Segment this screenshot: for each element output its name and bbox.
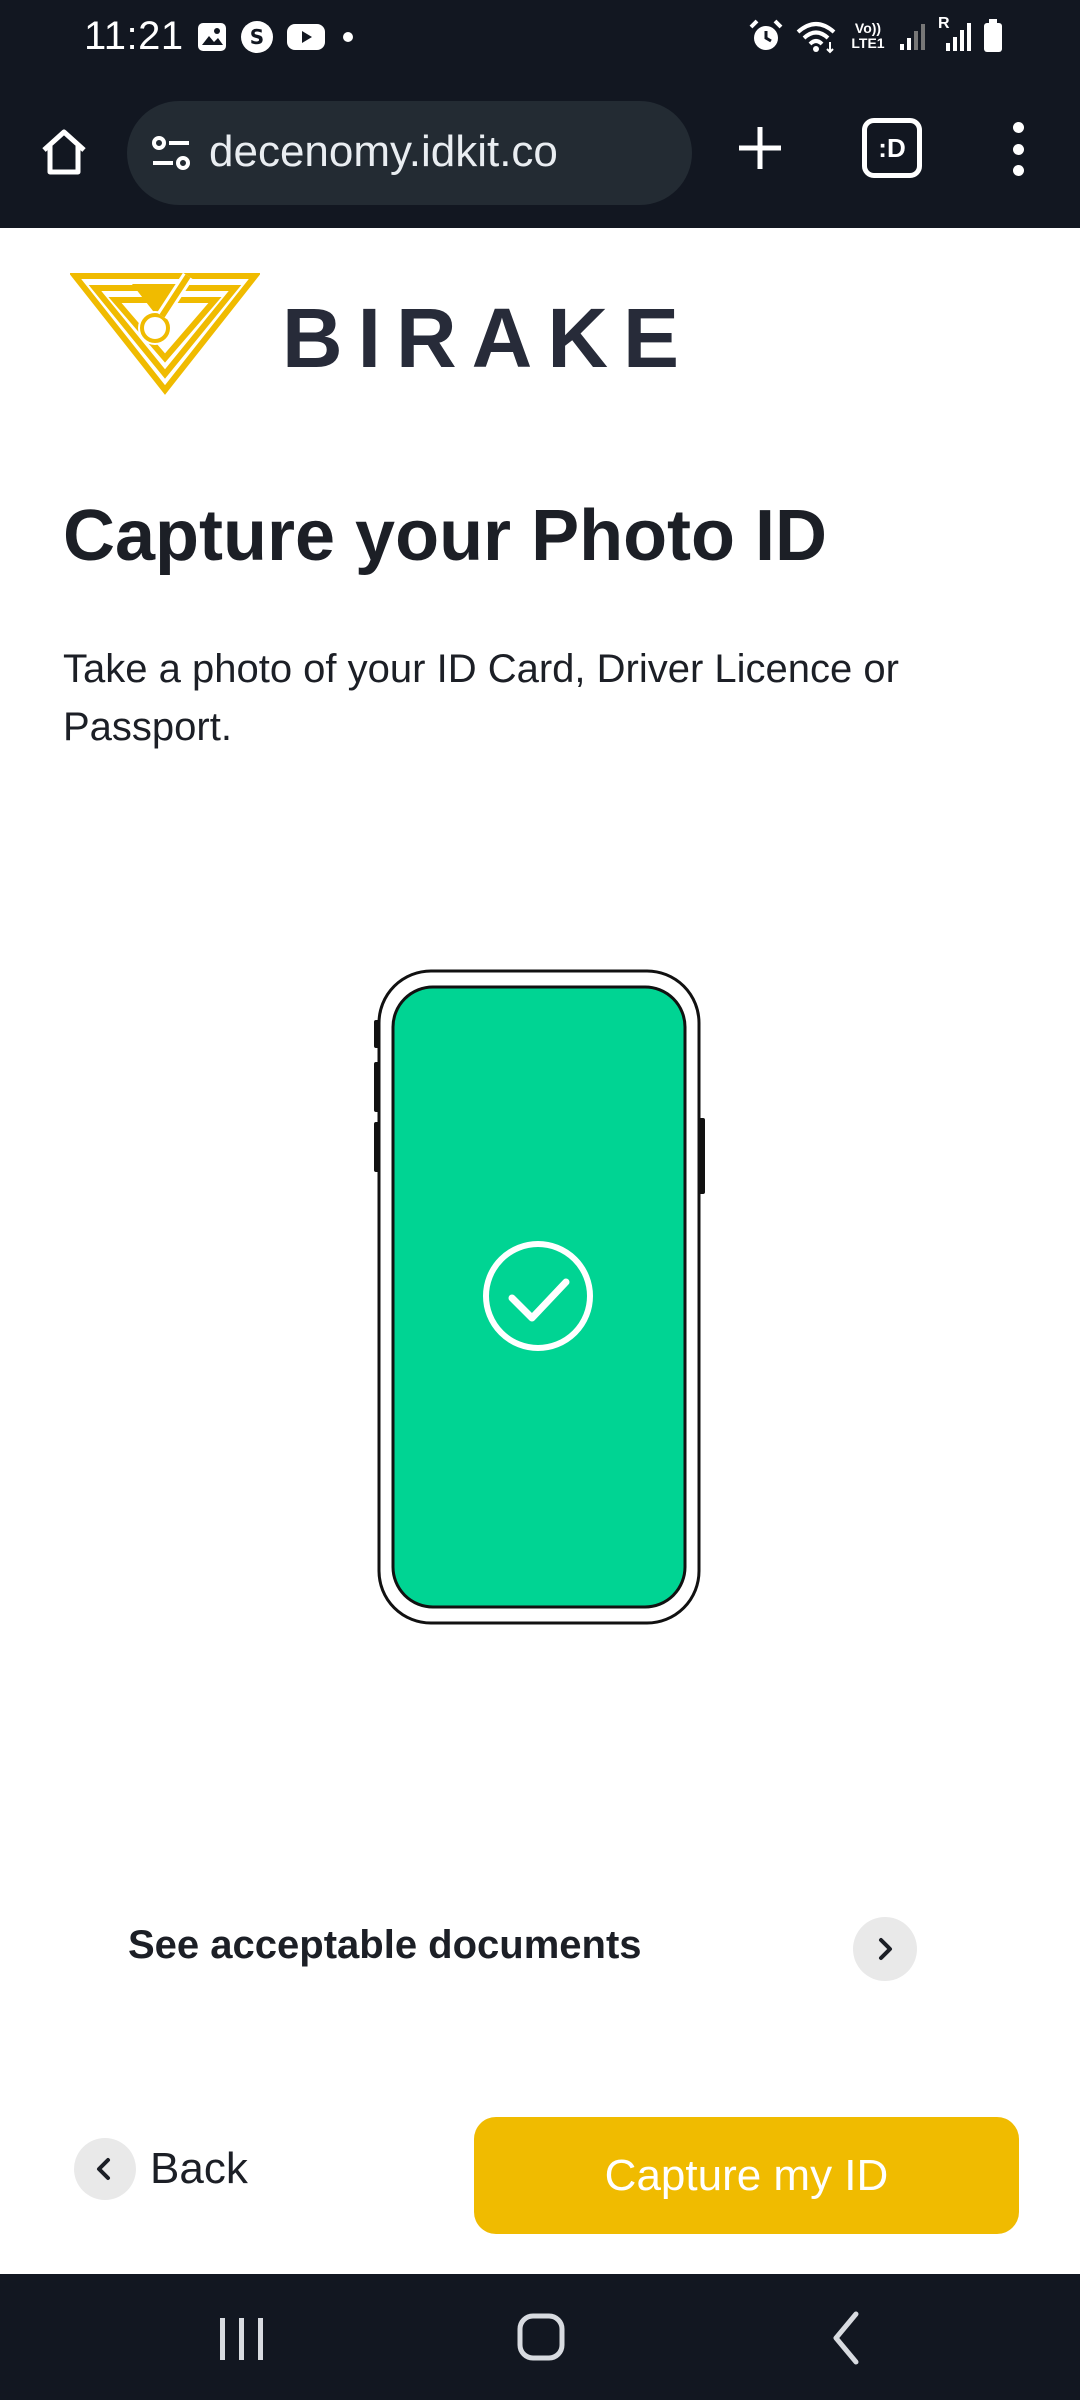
browser-toolbar: decenomy.idkit.co :D bbox=[0, 78, 1080, 228]
back-circle[interactable] bbox=[74, 2138, 136, 2200]
volte-label: Vo)) LTE1 bbox=[851, 20, 885, 51]
status-right-icons: Vo)) LTE1 R bbox=[748, 15, 1004, 54]
plus-icon bbox=[739, 127, 781, 169]
gallery-icon bbox=[198, 23, 226, 51]
signal-roaming-icon: R bbox=[938, 15, 972, 53]
nav-back-icon[interactable] bbox=[822, 2308, 872, 2368]
dot-icon bbox=[343, 32, 353, 42]
acceptable-documents-label[interactable]: See acceptable documents bbox=[128, 1923, 642, 1968]
back-label[interactable]: Back bbox=[150, 2144, 248, 2194]
page-title: Capture your Photo ID bbox=[63, 496, 828, 576]
youtube-icon bbox=[287, 24, 325, 50]
svg-text:S: S bbox=[250, 25, 264, 49]
chevron-right-icon bbox=[879, 1938, 892, 1960]
nav-home-icon[interactable] bbox=[516, 2312, 566, 2362]
status-left-icons: S bbox=[196, 20, 358, 54]
back-button[interactable]: Back bbox=[74, 2136, 248, 2202]
new-tab-button[interactable] bbox=[728, 116, 792, 180]
more-vert-icon[interactable] bbox=[1000, 114, 1036, 184]
tabs-icon: :D bbox=[878, 132, 906, 163]
system-nav-bar bbox=[0, 2274, 1080, 2400]
volte-lte-icon: Vo)) LTE1 bbox=[848, 21, 888, 51]
status-time: 11:21 bbox=[84, 14, 184, 58]
battery-icon bbox=[984, 19, 1002, 52]
address-bar[interactable]: decenomy.idkit.co bbox=[127, 101, 692, 205]
home-icon bbox=[42, 129, 86, 175]
status-bar: 11:21 S Vo)) LTE1 R bbox=[0, 0, 1080, 78]
birake-logo-icon bbox=[70, 272, 260, 395]
signal-icon bbox=[900, 24, 925, 50]
s-app-icon: S bbox=[241, 21, 273, 53]
acceptable-documents-link[interactable]: See acceptable documents bbox=[128, 1915, 918, 1985]
tune-icon[interactable] bbox=[147, 129, 195, 177]
recents-icon[interactable] bbox=[214, 2314, 270, 2364]
chevron-right-button[interactable] bbox=[853, 1917, 917, 1981]
capture-id-button[interactable]: Capture my ID bbox=[474, 2117, 1019, 2234]
page-description: Take a photo of your ID Card, Driver Lic… bbox=[63, 647, 899, 749]
url-text[interactable]: decenomy.idkit.co bbox=[209, 127, 558, 177]
brand-name: BIRAKE bbox=[282, 291, 695, 385]
brand-logo: BIRAKE bbox=[70, 268, 720, 398]
phone-illustration bbox=[374, 969, 705, 1625]
alarm-icon bbox=[749, 19, 783, 50]
wifi-icon bbox=[796, 22, 836, 54]
tabs-button[interactable]: :D bbox=[862, 118, 922, 178]
chevron-left-icon bbox=[97, 2158, 110, 2180]
browser-home-button[interactable] bbox=[30, 118, 98, 186]
